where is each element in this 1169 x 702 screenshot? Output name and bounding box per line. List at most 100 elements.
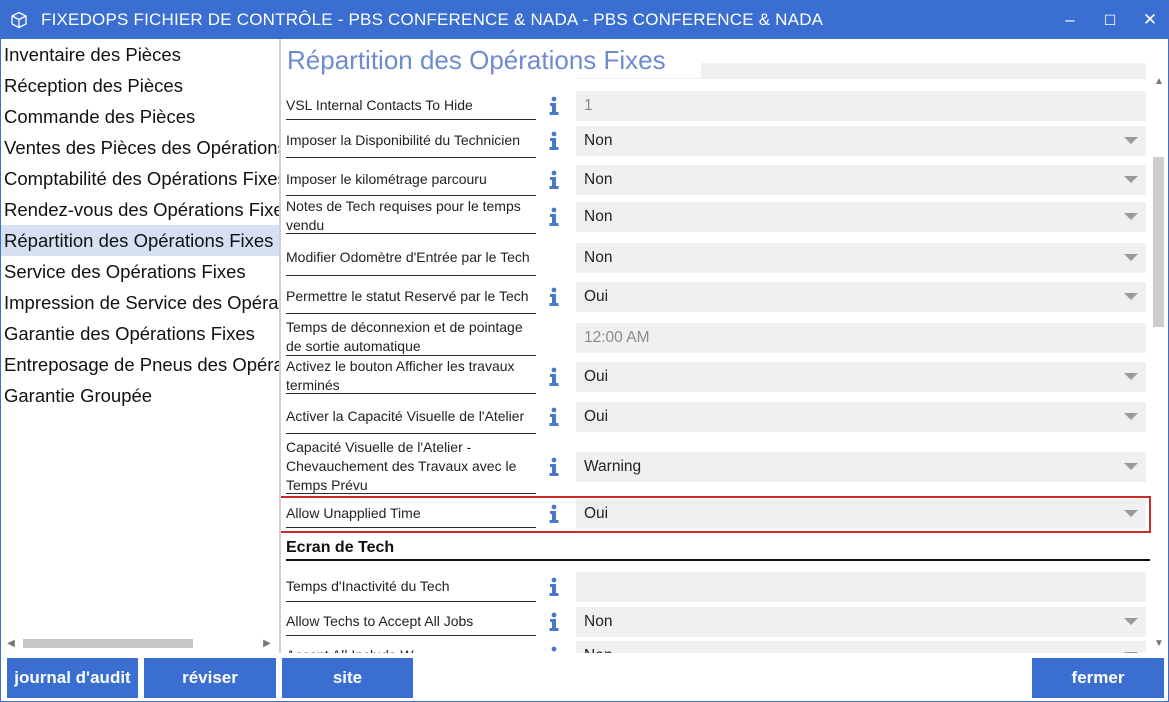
setting-row: Imposer le kilométrage parcouru Non	[281, 163, 1151, 197]
sidebar-item[interactable]: Entreposage de Pneus des Opérations Fixe…	[1, 349, 279, 380]
title-bar[interactable]: FIXEDOPS FICHIER DE CONTRÔLE - PBS CONFE…	[1, 1, 1168, 39]
setting-label: Temps de déconnexion et de pointage de s…	[286, 319, 536, 356]
close-dialog-button[interactable]: fermer	[1032, 658, 1164, 698]
setting-row: Allow Unapplied Time Oui	[281, 495, 1151, 533]
setting-row: VSL Internal Contacts To Hide 1	[281, 91, 1151, 121]
minimize-button[interactable]: ‒	[1050, 1, 1090, 39]
setting-value: Oui	[584, 368, 609, 385]
scroll-down-icon[interactable]: ▼	[1149, 635, 1168, 651]
setting-label: Accept All Include W	[286, 641, 536, 654]
sidebar-item[interactable]: Inventaire des Pièces	[1, 39, 279, 70]
info-icon[interactable]	[546, 96, 562, 116]
setting-dropdown[interactable]: Non	[576, 165, 1146, 195]
setting-label-text: Allow Techs to Accept All Jobs	[286, 612, 474, 629]
chevron-down-icon	[1124, 254, 1138, 261]
sidebar-item[interactable]: Comptabilité des Opérations Fixes	[1, 163, 279, 194]
setting-dropdown[interactable]: Warning	[576, 452, 1146, 482]
sidebar-item[interactable]: Ventes des Pièces des Opérations Fixes	[1, 132, 279, 163]
setting-label: Modifier Odomètre d'Entrée par le Tech	[286, 239, 536, 276]
sidebar-item[interactable]: Répartition des Opérations Fixes	[1, 225, 279, 256]
setting-label: Notes de Tech requises pour le temps ven…	[286, 199, 536, 234]
setting-value: Non	[584, 249, 613, 266]
info-icon[interactable]	[546, 407, 562, 427]
chevron-down-icon	[1124, 176, 1138, 183]
setting-row: Activez le bouton Afficher les travaux t…	[281, 359, 1151, 395]
info-icon[interactable]	[546, 612, 562, 632]
info-icon[interactable]	[546, 577, 562, 597]
site-button[interactable]: site	[282, 658, 413, 698]
setting-row: Allow Techs to Accept All Jobs Non	[281, 607, 1151, 637]
setting-label-text: Notes de Tech requises pour le temps ven…	[286, 199, 521, 233]
window-title: FIXEDOPS FICHIER DE CONTRÔLE - PBS CONFE…	[41, 10, 824, 29]
setting-value: Non	[584, 613, 613, 630]
setting-dropdown[interactable]: Non	[576, 607, 1146, 637]
sidebar-item[interactable]: Réception des Pièces	[1, 70, 279, 101]
page-title: Répartition des Opérations Fixes	[287, 45, 686, 76]
section-heading: Ecran de Tech	[286, 539, 1150, 561]
maximize-button[interactable]: ☐	[1090, 1, 1130, 39]
highlight-box	[281, 495, 1151, 533]
setting-label-text: Activez le bouton Afficher les travaux t…	[286, 359, 515, 393]
setting-dropdown[interactable]: Oui	[576, 402, 1146, 432]
setting-dropdown[interactable]: Non	[576, 641, 1146, 653]
sidebar-item[interactable]: Garantie Groupée	[1, 380, 279, 411]
info-icon[interactable]	[546, 457, 562, 477]
info-icon[interactable]	[546, 170, 562, 190]
nav-scroll-thumb[interactable]	[23, 639, 193, 648]
audit-log-button[interactable]: journal d'audit	[7, 658, 138, 698]
info-icon[interactable]	[546, 646, 562, 653]
chevron-down-icon	[1124, 293, 1138, 300]
nav-horizontal-scrollbar[interactable]: ◀ ▶	[1, 635, 279, 652]
setting-dropdown[interactable]: Non	[576, 126, 1146, 156]
setting-value: 12:00 AM	[584, 329, 650, 346]
scroll-right-icon[interactable]: ▶	[259, 635, 275, 652]
setting-label-text: Temps de déconnexion et de pointage de s…	[286, 319, 523, 354]
setting-row: Permettre le statut Reservé par le Tech O…	[281, 279, 1151, 315]
setting-label: Activer la Capacité Visuelle de l'Atelie…	[286, 399, 536, 434]
minimize-icon: ‒	[1065, 10, 1075, 29]
review-button[interactable]: réviser	[144, 658, 276, 698]
info-icon[interactable]	[546, 131, 562, 151]
setting-label: Capacité Visuelle de l'Atelier - Chevauc…	[286, 439, 536, 494]
info-icon[interactable]	[546, 287, 562, 307]
setting-label-text: Capacité Visuelle de l'Atelier - Chevauc…	[286, 439, 517, 493]
sidebar-item[interactable]: Garantie des Opérations Fixes	[1, 318, 279, 349]
setting-input[interactable]: 12:00 AM	[576, 323, 1146, 353]
setting-label-text: Activer la Capacité Visuelle de l'Atelie…	[286, 407, 525, 424]
setting-input[interactable]	[576, 572, 1146, 602]
sidebar-item[interactable]: Rendez-vous des Opérations Fixes	[1, 194, 279, 225]
chevron-down-icon	[1124, 213, 1138, 220]
setting-dropdown[interactable]: Oui	[576, 362, 1146, 392]
setting-input[interactable]: 1	[576, 91, 1146, 121]
close-icon: ✕	[1142, 10, 1158, 29]
sidebar-item[interactable]: Impression de Service des Opérations Fix…	[1, 287, 279, 318]
info-icon[interactable]	[546, 367, 562, 387]
setting-value: Warning	[584, 458, 642, 475]
scroll-left-icon[interactable]: ◀	[3, 635, 19, 652]
setting-value: Non	[584, 132, 613, 149]
setting-value: Oui	[584, 288, 609, 305]
info-icon[interactable]	[546, 207, 562, 227]
setting-row: Modifier Odomètre d'Entrée par le Tech No…	[281, 239, 1151, 277]
close-button[interactable]: ✕	[1130, 1, 1168, 39]
chevron-down-icon	[1124, 652, 1138, 653]
settings-list: VSL Internal Contacts To Hide 1 Imposer la…	[281, 39, 1151, 653]
setting-value: Non	[584, 208, 613, 225]
chevron-down-icon	[1124, 413, 1138, 420]
scroll-up-icon[interactable]: ▲	[1149, 73, 1168, 89]
main-vertical-scrollbar[interactable]: ▲ ▼	[1149, 39, 1168, 653]
setting-dropdown[interactable]: Oui	[576, 282, 1146, 312]
sidebar-item[interactable]: Commande des Pièces	[1, 101, 279, 132]
main-panel: VSL Internal Contacts To Hide 1 Imposer la…	[281, 39, 1168, 653]
setting-dropdown[interactable]: Non	[576, 243, 1146, 273]
setting-label-text: Imposer le kilométrage parcouru	[286, 170, 487, 187]
sidebar-item[interactable]: Service des Opérations Fixes	[1, 256, 279, 287]
main-scroll-thumb[interactable]	[1153, 157, 1164, 327]
setting-label: Allow Techs to Accept All Jobs	[286, 607, 536, 636]
setting-row: Temps de déconnexion et de pointage de s…	[281, 319, 1151, 357]
setting-value: Non	[584, 647, 612, 653]
setting-label: Permettre le statut Reservé par le Tech	[286, 279, 536, 314]
cube-icon	[9, 10, 29, 30]
setting-label: Imposer le kilométrage parcouru	[286, 163, 536, 196]
setting-dropdown[interactable]: Non	[576, 202, 1146, 232]
